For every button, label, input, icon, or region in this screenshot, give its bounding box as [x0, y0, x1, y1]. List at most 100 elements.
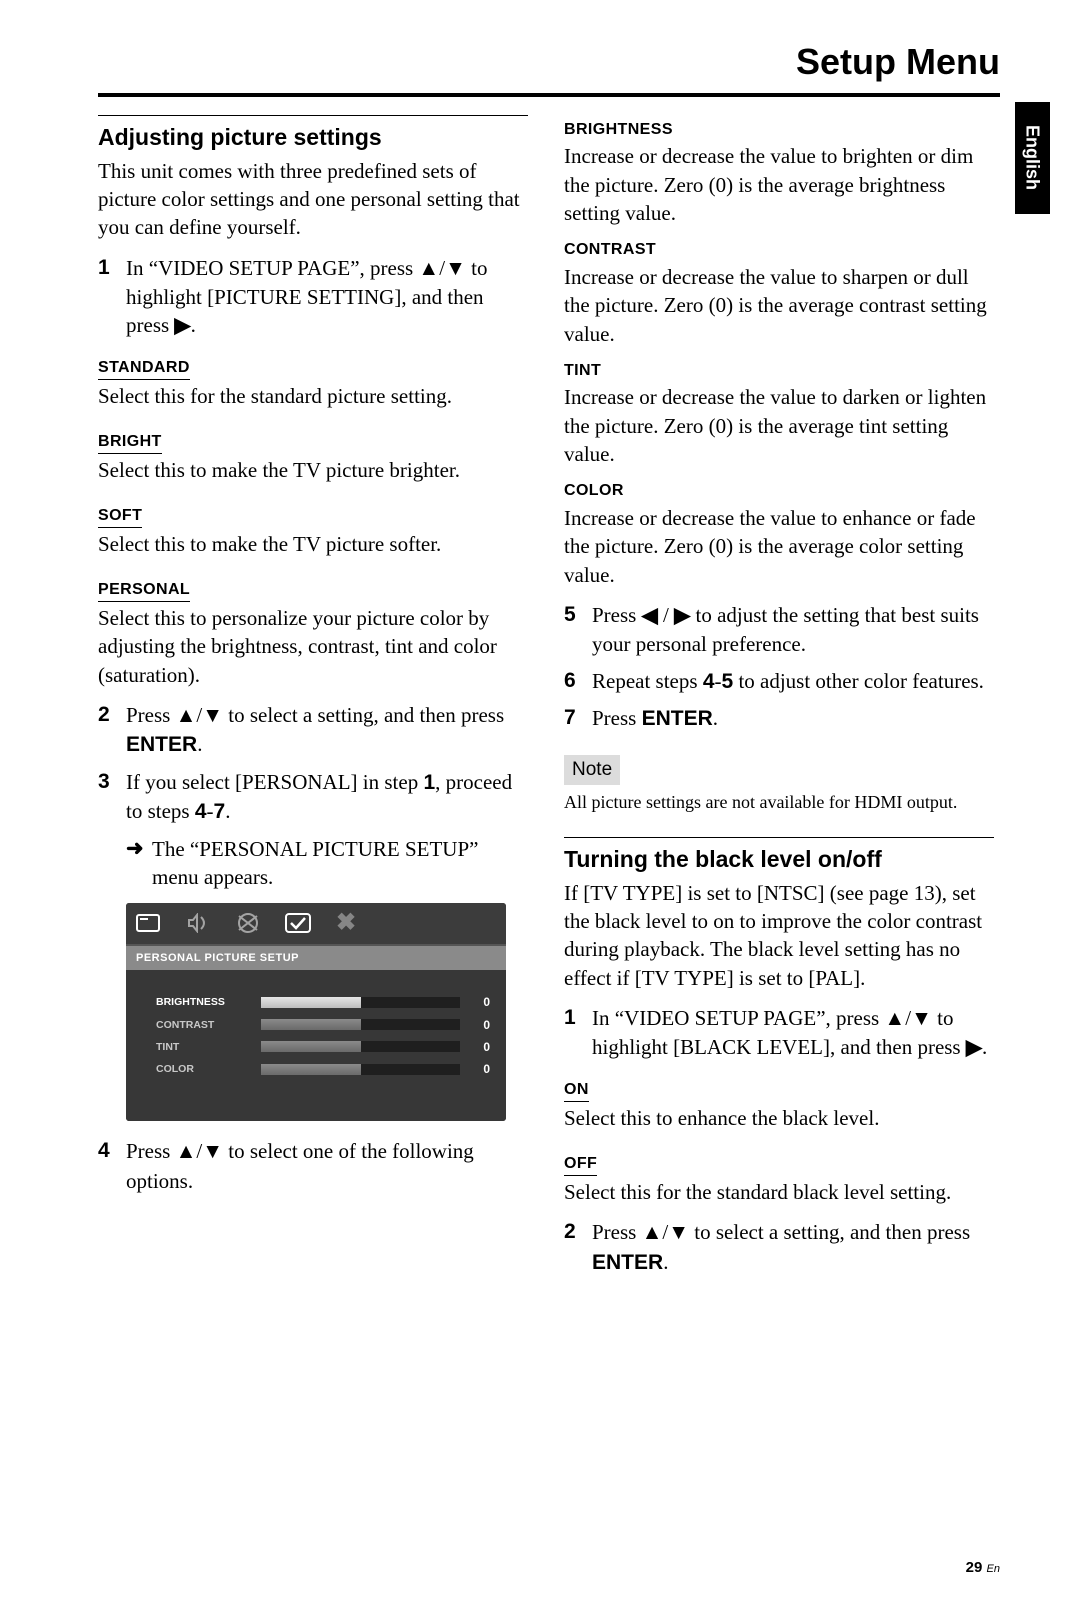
osd-row-label: CONTRAST	[156, 1018, 261, 1032]
osd-row-value: 0	[470, 1061, 490, 1077]
intro-text: This unit comes with three predefined se…	[98, 157, 528, 242]
enter-text: ENTER	[592, 1251, 663, 1274]
page-lang: En	[987, 1563, 1000, 1575]
slider	[261, 1019, 460, 1030]
step-num: 2	[564, 1218, 592, 1277]
step-text: to select a setting, and then press	[689, 1220, 970, 1244]
osd-row-value: 0	[470, 1039, 490, 1055]
slider	[261, 997, 460, 1008]
osd-figure: ✖ PERSONAL PICTURE SETUP BRIGHTNESS 0 CO…	[126, 903, 506, 1121]
option-on-text: Select this to enhance the black level.	[564, 1104, 994, 1132]
step-num: 4	[98, 1137, 126, 1195]
osd-row-label: BRIGHTNESS	[156, 995, 261, 1009]
note-text: All picture settings are not available f…	[564, 791, 994, 814]
option-bright-text: Select this to make the TV picture brigh…	[98, 456, 528, 484]
down-icon: ▼	[445, 257, 466, 280]
step-text: .	[191, 313, 196, 337]
note-label: Note	[564, 755, 620, 785]
tab-speaker-icon	[182, 910, 214, 936]
tab-close-icon: ✖	[336, 907, 356, 939]
right-column: BRIGHTNESS Increase or decrease the valu…	[564, 115, 994, 1286]
step-text: .	[982, 1035, 987, 1059]
osd-subtitle: PERSONAL PICTURE SETUP	[126, 946, 506, 971]
option-contrast: CONTRAST	[564, 239, 994, 261]
step-text: -	[715, 669, 722, 693]
tab-disc-icon	[232, 910, 264, 936]
step-text: -	[207, 799, 214, 823]
up-icon: ▲	[176, 1140, 197, 1163]
step-text: Press	[126, 703, 176, 727]
osd-row-tint: TINT 0	[156, 1039, 490, 1055]
step-text: The “PERSONAL PICTURE SETUP” menu appear…	[152, 835, 528, 892]
step-text: In “VIDEO SETUP PAGE”, press	[592, 1006, 884, 1030]
step-4: 4 Press ▲/▼ to select one of the followi…	[98, 1137, 528, 1195]
step-text: to select a setting, and then press	[223, 703, 504, 727]
step-text: Repeat steps	[592, 669, 703, 693]
step-text: .	[713, 706, 718, 730]
down-icon: ▼	[911, 1007, 932, 1030]
option-soft: SOFT	[98, 505, 142, 529]
down-icon: ▼	[202, 704, 223, 727]
option-bright: BRIGHT	[98, 431, 162, 455]
step-6: 6 Repeat steps 4-5 to adjust other color…	[564, 667, 994, 696]
step-text: Press	[592, 603, 642, 627]
step-7: 7 Press ENTER.	[564, 704, 994, 733]
option-color-text: Increase or decrease the value to enhanc…	[564, 504, 994, 589]
option-brightness-text: Increase or decrease the value to bright…	[564, 142, 994, 227]
step-text: to adjust other color features.	[733, 669, 984, 693]
page-number: 29 En	[966, 1558, 1000, 1578]
step-num: 2	[98, 701, 126, 760]
step-num: 1	[564, 1004, 592, 1063]
option-personal: PERSONAL	[98, 579, 190, 603]
language-tab: English	[1015, 102, 1050, 214]
option-contrast-text: Increase or decrease the value to sharpe…	[564, 263, 994, 348]
step-2: 2 Press ▲/▼ to select a setting, and the…	[98, 701, 528, 760]
step-text: Press	[592, 706, 642, 730]
up-icon: ▲	[642, 1221, 663, 1244]
step-text: .	[225, 799, 230, 823]
right-icon: ▶	[674, 604, 690, 627]
bl-step-2: 2 Press ▲/▼ to select a setting, and the…	[564, 1218, 994, 1277]
up-icon: ▲	[884, 1007, 905, 1030]
black-level-intro: If [TV TYPE] is set to [NTSC] (see page …	[564, 879, 994, 992]
osd-row-color: COLOR 0	[156, 1061, 490, 1077]
step-ref: 5	[722, 670, 734, 693]
heading-adjusting-picture: Adjusting picture settings	[98, 122, 528, 153]
step-text: In “VIDEO SETUP PAGE”, press	[126, 256, 418, 280]
arrow-right-icon: ➜	[126, 835, 152, 892]
left-column: Adjusting picture settings This unit com…	[98, 115, 528, 1286]
step-text: Press	[592, 1220, 642, 1244]
bl-step-1: 1 In “VIDEO SETUP PAGE”, press ▲/▼ to hi…	[564, 1004, 994, 1063]
slider	[261, 1041, 460, 1052]
page-number-value: 29	[966, 1559, 983, 1576]
option-soft-text: Select this to make the TV picture softe…	[98, 530, 528, 558]
step-num: 1	[98, 254, 126, 341]
up-icon: ▲	[418, 257, 439, 280]
osd-row-value: 0	[470, 1017, 490, 1033]
step-5: 5 Press ◀ / ▶ to adjust the setting that…	[564, 601, 994, 659]
step-num: 3	[98, 768, 126, 827]
up-icon: ▲	[176, 704, 197, 727]
step-num: 7	[564, 704, 592, 733]
option-color: COLOR	[564, 480, 994, 502]
step-text: Press	[126, 1139, 176, 1163]
step-ref: 4	[195, 800, 207, 823]
osd-row-contrast: CONTRAST 0	[156, 1017, 490, 1033]
down-icon: ▼	[668, 1221, 689, 1244]
step-num: 5	[564, 601, 592, 659]
step-3: 3 If you select [PERSONAL] in step 1, pr…	[98, 768, 528, 827]
slider	[261, 1064, 460, 1075]
step-text: .	[197, 732, 202, 756]
osd-row-value: 0	[470, 994, 490, 1010]
page-title: Setup Menu	[98, 38, 1000, 97]
enter-text: ENTER	[642, 707, 713, 730]
step-ref: 4	[703, 670, 715, 693]
tab-check-icon	[282, 910, 314, 936]
option-brightness: BRIGHTNESS	[564, 119, 994, 141]
option-off: OFF	[564, 1153, 597, 1177]
option-personal-text: Select this to personalize your picture …	[98, 604, 528, 689]
enter-text: ENTER	[126, 733, 197, 756]
step-3-result: ➜ The “PERSONAL PICTURE SETUP” menu appe…	[126, 835, 528, 892]
step-ref: 7	[214, 800, 226, 823]
step-num: 6	[564, 667, 592, 696]
